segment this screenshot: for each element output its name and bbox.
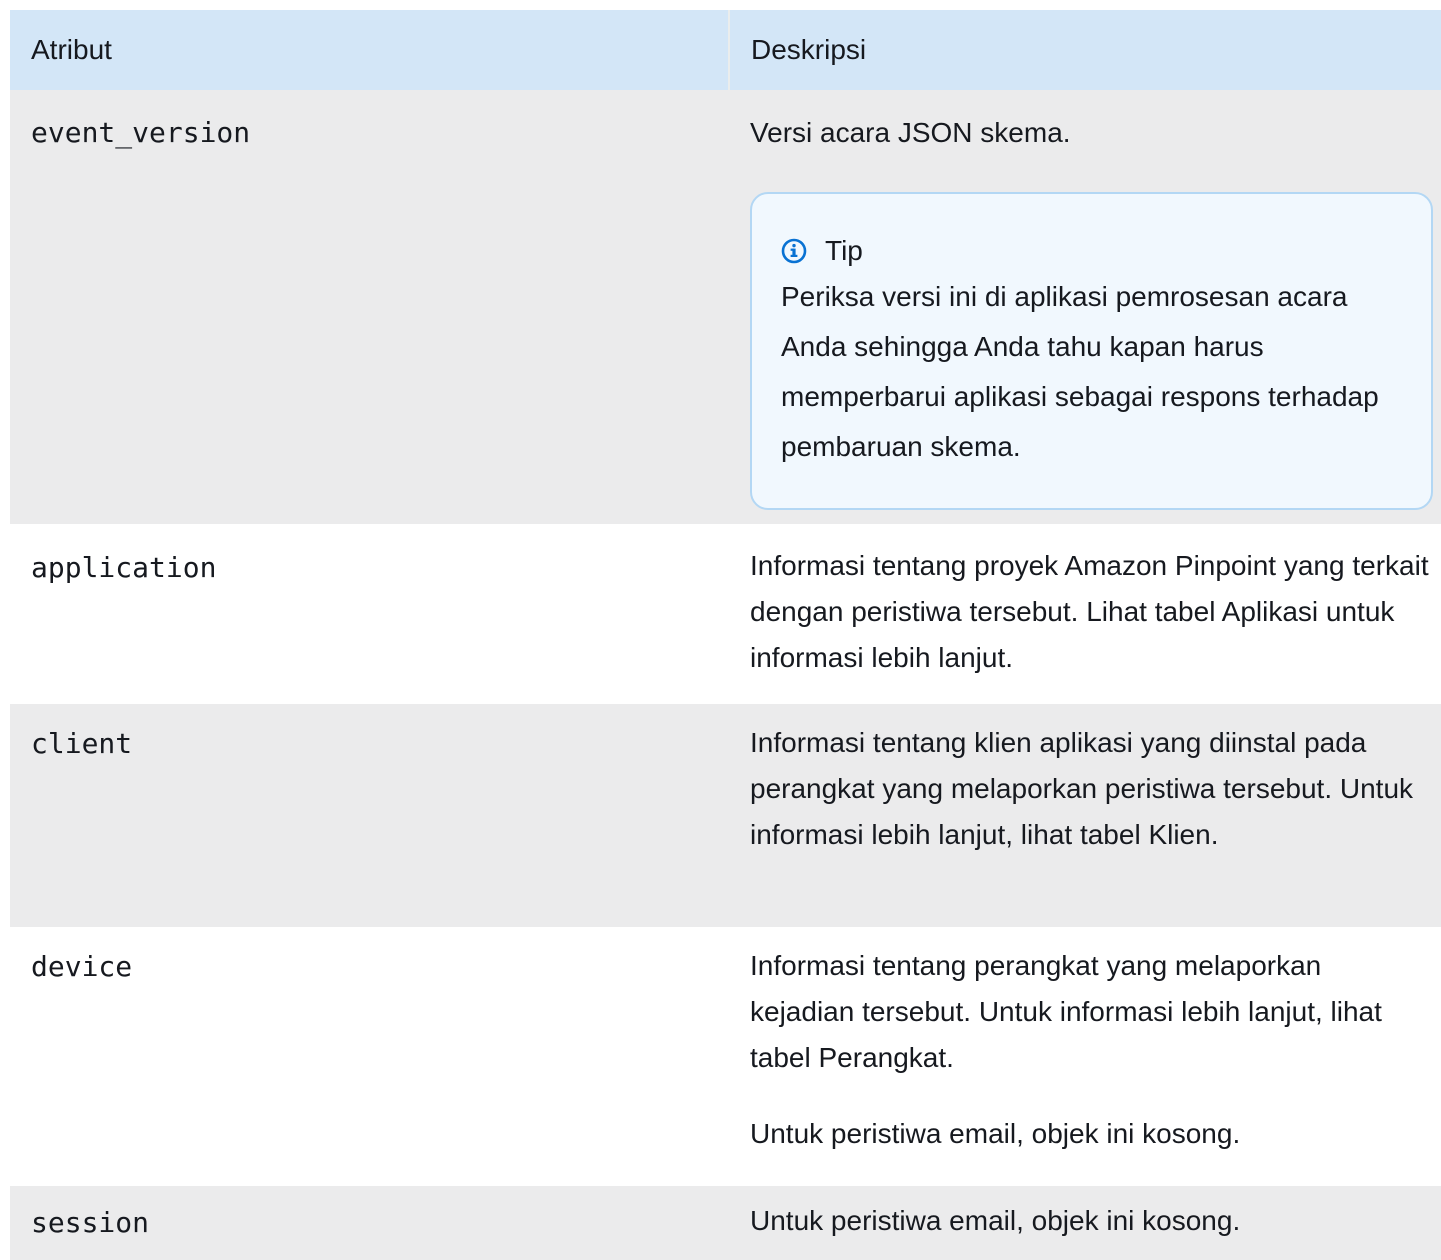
tip-text: Periksa versi ini di aplikasi pemrosesan… (781, 281, 1379, 462)
table-row: event_version Versi acara JSON skema. Ti… (10, 90, 1441, 524)
attribute-description: Informasi tentang perangkat yang melapor… (729, 927, 1441, 1186)
attribute-name: client (31, 727, 133, 760)
table-header-row: Atribut Deskripsi (10, 10, 1441, 90)
attribute-description: Informasi tentang proyek Amazon Pinpoint… (729, 524, 1441, 704)
tip-title: Tip (825, 235, 863, 266)
description-text: Versi acara JSON skema. (750, 117, 1071, 148)
description-text: Informasi tentang klien aplikasi yang di… (750, 727, 1414, 850)
attribute-name: application (31, 551, 217, 584)
header-description: Deskripsi (728, 10, 1441, 90)
attribute-name: session (31, 1206, 150, 1239)
table-row: application Informasi tentang proyek Ama… (10, 524, 1441, 704)
header-attribute: Atribut (31, 34, 112, 65)
table-row: device Informasi tentang perangkat yang … (10, 927, 1441, 1186)
attribute-name: event_version (31, 116, 251, 149)
table-row: session Untuk peristiwa email, objek ini… (10, 1186, 1441, 1260)
description-note: Untuk peristiwa email, objek ini kosong. (750, 1118, 1241, 1149)
attribute-description: Untuk peristiwa email, objek ini kosong. (729, 1186, 1441, 1260)
description-text: Untuk peristiwa email, objek ini kosong. (750, 1205, 1241, 1236)
attributes-table: Atribut Deskripsi event_version Versi ac… (10, 10, 1441, 1260)
attribute-description: Informasi tentang klien aplikasi yang di… (729, 704, 1441, 927)
attributes-table-container: Atribut Deskripsi event_version Versi ac… (10, 10, 1441, 1260)
description-text: Informasi tentang perangkat yang melapor… (750, 950, 1382, 1073)
info-icon (781, 238, 807, 264)
description-text: Informasi tentang proyek Amazon Pinpoint… (750, 550, 1429, 673)
table-row: client Informasi tentang klien aplikasi … (10, 704, 1441, 927)
tip-callout: Tip Periksa versi ini di aplikasi pemros… (750, 192, 1433, 510)
attribute-name: device (31, 950, 133, 983)
attribute-description: Versi acara JSON skema. Tip Periksa vers… (729, 90, 1441, 524)
